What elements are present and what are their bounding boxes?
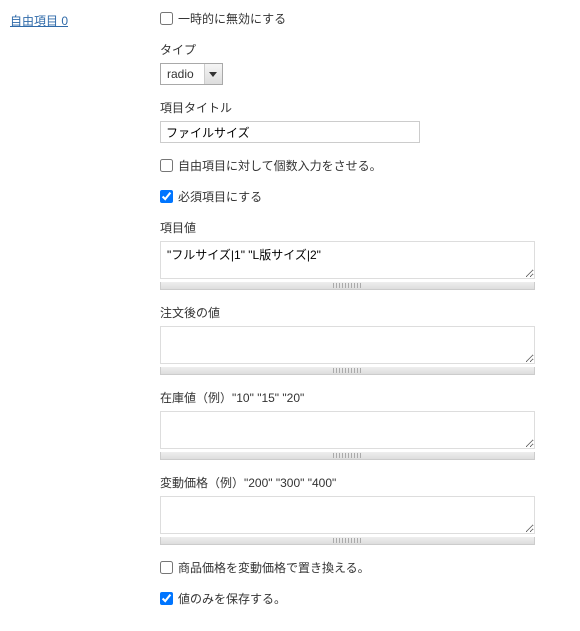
- replace-price-label: 商品価格を変動価格で置き換える。: [178, 559, 370, 576]
- variable-price-label: 変動価格（例）"200" "300" "400": [160, 474, 570, 491]
- save-value-only-checkbox[interactable]: [160, 592, 173, 605]
- chevron-down-icon: [204, 64, 222, 84]
- after-order-textarea[interactable]: [160, 326, 535, 364]
- stock-textarea[interactable]: [160, 411, 535, 449]
- replace-price-row: 商品価格を変動価格で置き換える。: [160, 559, 570, 576]
- item-title-field: 項目タイトル: [160, 99, 570, 143]
- required-checkbox[interactable]: [160, 190, 173, 203]
- item-value-label: 項目値: [160, 219, 570, 236]
- disable-temporarily-row: 一時的に無効にする: [160, 10, 570, 27]
- after-order-label: 注文後の値: [160, 304, 570, 321]
- item-title-label: 項目タイトル: [160, 99, 570, 116]
- item-title-input[interactable]: [160, 121, 420, 143]
- after-order-field: 注文後の値: [160, 304, 570, 375]
- required-row: 必須項目にする: [160, 188, 570, 205]
- type-select-value: radio: [167, 67, 204, 81]
- type-select[interactable]: radio: [160, 63, 223, 85]
- type-label: タイプ: [160, 41, 570, 58]
- stock-label: 在庫値（例）"10" "15" "20": [160, 389, 570, 406]
- stock-field: 在庫値（例）"10" "15" "20": [160, 389, 570, 460]
- type-field: タイプ radio: [160, 41, 570, 85]
- item-value-textarea[interactable]: [160, 241, 535, 279]
- resize-handle-icon[interactable]: [160, 537, 535, 545]
- disable-temporarily-label: 一時的に無効にする: [178, 10, 286, 27]
- required-label: 必須項目にする: [178, 188, 262, 205]
- replace-price-checkbox[interactable]: [160, 561, 173, 574]
- multiple-input-label: 自由項目に対して個数入力をさせる。: [178, 157, 382, 174]
- variable-price-textarea[interactable]: [160, 496, 535, 534]
- save-value-only-label: 値のみを保存する。: [178, 590, 286, 607]
- multiple-input-checkbox[interactable]: [160, 159, 173, 172]
- resize-handle-icon[interactable]: [160, 452, 535, 460]
- variable-price-field: 変動価格（例）"200" "300" "400": [160, 474, 570, 545]
- resize-handle-icon[interactable]: [160, 282, 535, 290]
- item-value-field: 項目値: [160, 219, 570, 290]
- free-item-link[interactable]: 自由項目 0: [10, 14, 68, 28]
- resize-handle-icon[interactable]: [160, 367, 535, 375]
- multiple-input-row: 自由項目に対して個数入力をさせる。: [160, 157, 570, 174]
- save-value-only-row: 値のみを保存する。: [160, 590, 570, 607]
- disable-temporarily-checkbox[interactable]: [160, 12, 173, 25]
